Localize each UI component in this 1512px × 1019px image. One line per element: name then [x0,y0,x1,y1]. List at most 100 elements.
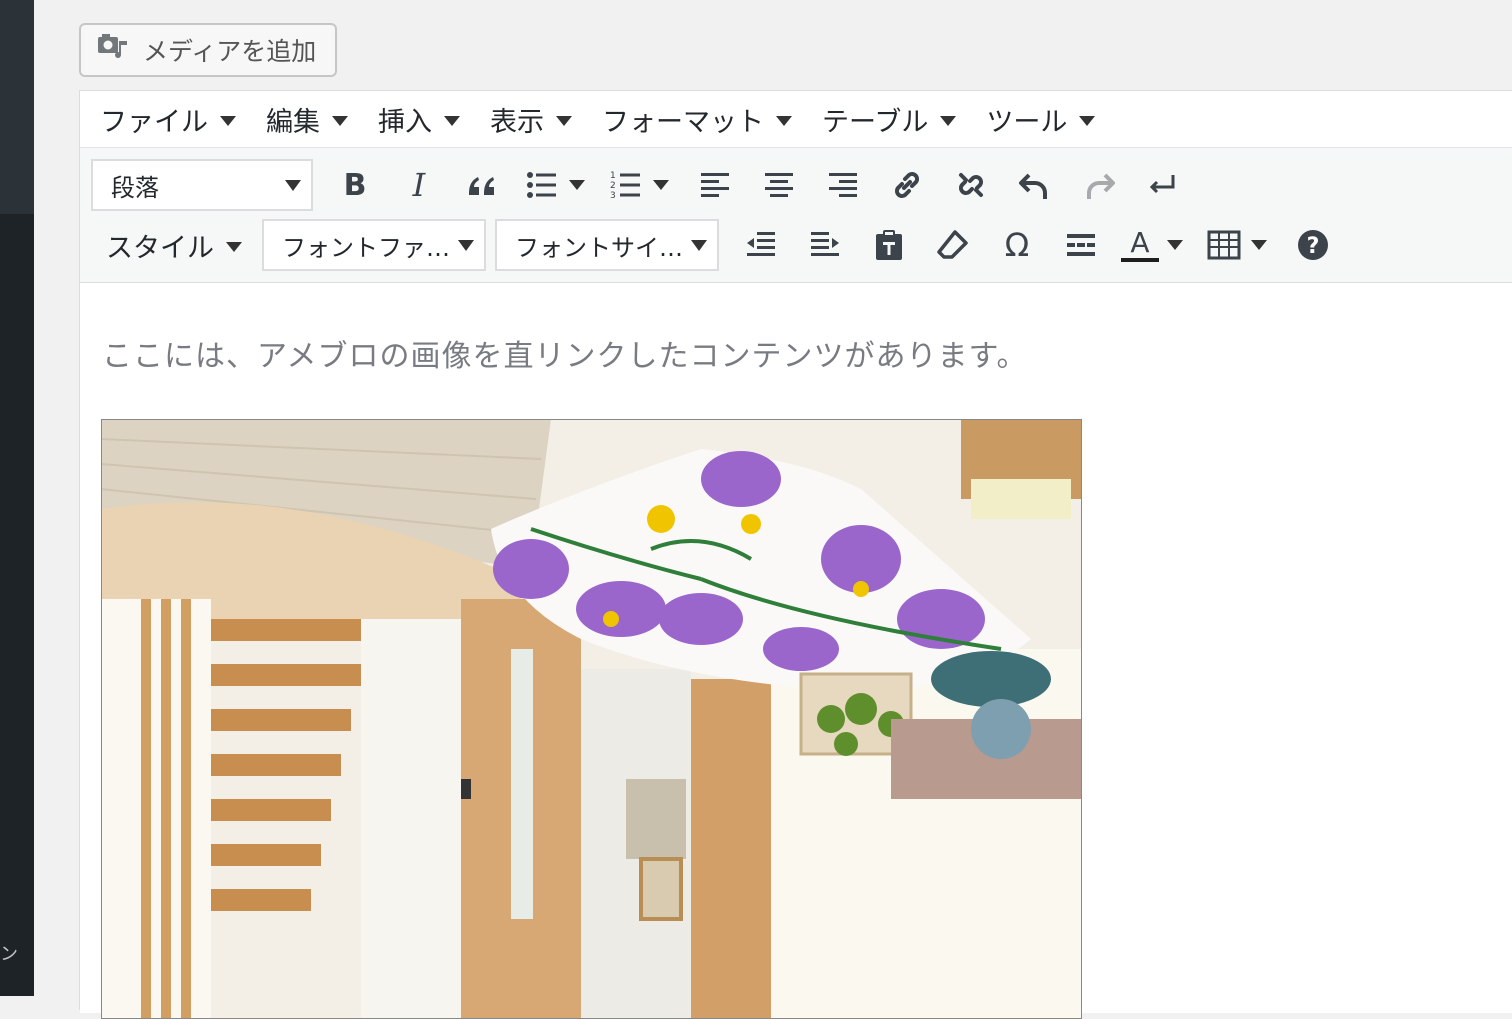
unlink-button[interactable] [939,159,1003,211]
menu-view-label: 表示 [490,106,544,138]
numbered-list-icon: 123 [610,171,640,201]
clear-formatting-button[interactable] [921,219,985,271]
bullet-list-icon [527,172,556,198]
undo-icon [1019,173,1047,199]
chevron-down-icon [569,180,585,190]
indent-icon [811,232,839,256]
paste-as-text-icon [876,230,902,260]
align-left-icon [701,173,729,197]
chevron-down-icon [332,116,348,126]
format-select-value: 段落 [111,173,159,202]
chevron-down-icon [285,179,301,191]
chevron-down-icon [444,116,460,126]
blockquote-button[interactable] [451,159,515,211]
text-color-button[interactable]: A [1113,219,1197,271]
sidebar-edge-glyph: ン [0,944,18,965]
outdent-icon [747,232,775,256]
redo-button[interactable] [1067,159,1131,211]
styles-label: スタイル [106,232,214,264]
align-center-icon [765,173,793,197]
align-right-button[interactable] [811,159,875,211]
font-family-value: フォントファ… [282,233,450,262]
add-media-label: メディアを追加 [143,37,317,66]
blockquote-icon [469,177,494,195]
help-button[interactable]: ? [1281,219,1345,271]
format-select[interactable]: 段落 [91,159,313,211]
font-family-select[interactable]: フォントファ… [262,219,486,271]
help-icon: ? [1298,230,1328,260]
link-button[interactable] [875,159,939,211]
align-left-button[interactable] [683,159,747,211]
chevron-down-icon [1251,240,1267,250]
chevron-down-icon [220,116,236,126]
chevron-down-icon [556,116,572,126]
editor-content[interactable]: ここには、アメブロの画像を直リンクしたコンテンツがあります。 [80,283,1512,1019]
horizontal-rule-button[interactable] [1049,219,1113,271]
text-color-swatch [1121,258,1159,262]
menu-file-label: ファイル [100,106,208,138]
paste-as-text-button[interactable] [857,219,921,271]
chevron-down-icon [458,239,474,251]
outdent-button[interactable] [729,219,793,271]
toolbar-row-1: 段落 B I 123 [80,159,1195,211]
special-character-button[interactable]: Ω [985,219,1049,271]
content-paragraph: ここには、アメブロの画像を直リンクしたコンテンツがあります。 [102,339,1028,374]
admin-sidebar: ン [0,0,34,996]
chevron-down-icon [226,242,242,252]
svg-text:1: 1 [610,171,616,181]
line-break-button[interactable] [1131,159,1195,211]
chevron-down-icon [691,239,707,251]
menu-insert-label: 挿入 [378,106,432,138]
clear-format-icon [937,230,968,259]
font-size-select[interactable]: フォントサイ… [495,219,719,271]
numbered-list-button[interactable]: 123 [599,159,683,211]
chevron-down-icon [940,116,957,126]
add-media-button[interactable]: メディアを追加 [79,23,337,77]
menu-format[interactable]: フォーマット [602,100,792,139]
undo-button[interactable] [1003,159,1067,211]
svg-text:?: ? [1307,234,1320,259]
bold-button[interactable]: B [323,159,387,211]
menu-table[interactable]: テーブル [822,100,957,139]
line-break-icon [1149,175,1175,194]
menu-tools-label: ツール [986,106,1068,138]
svg-text:3: 3 [610,191,616,201]
text-color-icon: A [1130,226,1150,259]
editor-menubar: ファイル 編集 挿入 表示 フォーマット テーブル ツール [80,91,1512,148]
link-icon [895,172,919,198]
interior-photo[interactable] [101,419,1082,1019]
menu-format-label: フォーマット [602,106,764,138]
chevron-down-icon [776,116,792,126]
bold-icon: B [343,167,367,203]
admin-sidebar-top [0,0,34,214]
styles-menu[interactable]: スタイル [106,226,242,265]
editor: ファイル 編集 挿入 表示 フォーマット テーブル ツール 段落 B I 1 2… [79,90,1512,1019]
toolbar-row-2: スタイル フォントファ… フォントサイ… Ω A ? [80,219,1345,271]
chevron-down-icon [653,180,669,190]
align-center-button[interactable] [747,159,811,211]
horizontal-rule-icon [1067,234,1095,256]
menu-edit[interactable]: 編集 [266,100,348,139]
special-character-icon: Ω [1004,226,1030,264]
menu-tools[interactable]: ツール [986,100,1096,139]
redo-icon [1087,173,1115,199]
align-right-icon [829,173,857,197]
font-size-value: フォントサイ… [515,233,683,262]
indent-button[interactable] [793,219,857,271]
editor-toolbar: 段落 B I 123 スタイル フォントファ… フォントサイ… Ω A ? [80,148,1512,283]
italic-icon: I [412,166,426,204]
menu-view[interactable]: 表示 [490,100,572,139]
menu-table-label: テーブル [822,106,929,138]
table-button[interactable] [1197,219,1281,271]
italic-button[interactable]: I [387,159,451,211]
media-icon [95,29,131,71]
chevron-down-icon [1167,240,1183,250]
bullet-list-button[interactable] [515,159,599,211]
chevron-down-icon [1079,116,1096,126]
menu-edit-label: 編集 [266,106,320,138]
menu-file[interactable]: ファイル [100,100,236,139]
svg-text:2: 2 [610,181,616,191]
unlink-icon [959,173,983,197]
table-icon [1207,230,1241,260]
menu-insert[interactable]: 挿入 [378,100,460,139]
